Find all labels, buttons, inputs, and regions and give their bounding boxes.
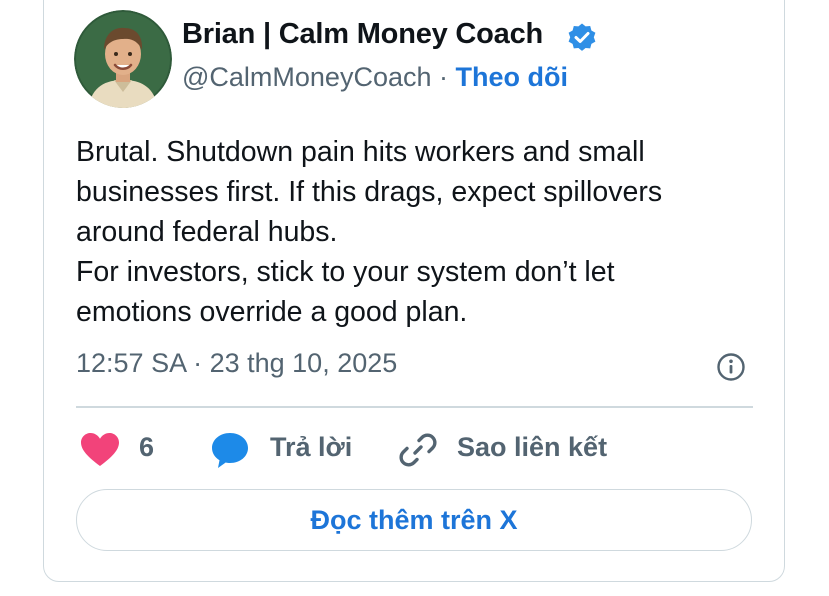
author-avatar[interactable] (74, 10, 172, 108)
tweet-text-line: businesses first. If this drags, expect … (76, 176, 663, 208)
read-more-button[interactable]: Đọc thêm trên X (76, 489, 752, 551)
verified-badge-icon (568, 23, 596, 51)
meta-separator: · (439, 62, 449, 92)
tweet-text-line: Brutal. Shutdown pain hits workers and s… (76, 136, 645, 168)
tweet-text-line: emotions override a good plan. (76, 296, 468, 328)
tweet-timestamp[interactable]: 12:57 SA · 23 thg 10, 2025 (76, 348, 397, 379)
author-name[interactable]: Brian | Calm Money Coach (182, 18, 543, 51)
author-handle[interactable]: @CalmMoneyCoach (182, 62, 432, 92)
speech-bubble-icon[interactable] (210, 430, 250, 470)
follow-link[interactable]: Theo dõi (456, 62, 568, 92)
author-meta-row: @CalmMoneyCoach · Theo dõi (182, 62, 568, 93)
link-icon[interactable] (398, 430, 438, 470)
heart-icon[interactable] (80, 432, 120, 468)
avatar-illustration (74, 10, 172, 108)
tweet-text-line: For investors, stick to your system don’… (76, 256, 615, 288)
info-icon[interactable] (716, 352, 746, 382)
reply-button[interactable]: Trả lời (270, 432, 352, 463)
divider (76, 406, 753, 408)
like-count: 6 (139, 432, 155, 462)
copy-link-button[interactable]: Sao liên kết (457, 432, 607, 463)
tweet-text-line: around federal hubs. (76, 216, 338, 248)
tweet-text: Brutal. Shutdown pain hits workers and s… (76, 132, 766, 332)
